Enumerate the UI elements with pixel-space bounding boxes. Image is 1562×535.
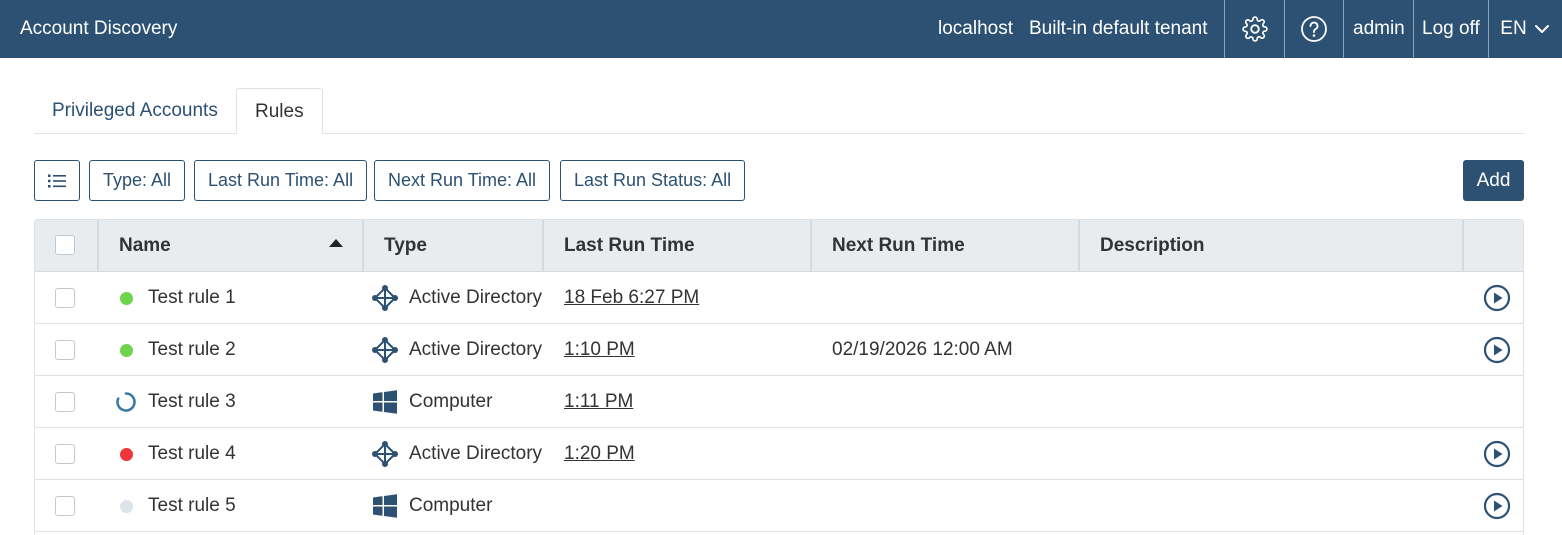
rule-name[interactable]: Test rule 3 xyxy=(148,376,236,428)
table-row[interactable]: Test rule 4 Active Directory 1:20 PM xyxy=(35,428,1523,480)
last-run-link[interactable]: 18 Feb 6:27 PM xyxy=(564,272,699,324)
select-all-checkbox[interactable] xyxy=(55,235,75,255)
next-run-time: 02/19/2026 12:00 AM xyxy=(832,339,1013,360)
filter-type[interactable]: Type: All xyxy=(89,160,186,201)
column-header-description[interactable]: Description xyxy=(1100,220,1205,272)
tenant-name[interactable]: Built-in default tenant xyxy=(1029,0,1208,58)
tab-rules[interactable]: Rules xyxy=(236,88,323,134)
active-directory-icon xyxy=(372,337,398,363)
status-success-icon xyxy=(120,344,133,357)
status-failed-icon xyxy=(120,448,133,461)
windows-icon xyxy=(373,494,397,518)
table-row[interactable]: Test rule 5 Computer xyxy=(35,480,1523,532)
header-divider xyxy=(1343,0,1344,58)
row-checkbox[interactable] xyxy=(55,496,75,516)
logoff-link[interactable]: Log off xyxy=(1422,0,1480,58)
column-divider xyxy=(362,220,364,272)
sort-ascending-icon[interactable] xyxy=(329,238,343,248)
last-run-link[interactable]: 1:10 PM xyxy=(564,324,635,376)
column-header-name[interactable]: Name xyxy=(119,220,171,272)
column-header-type[interactable]: Type xyxy=(384,220,427,272)
header-divider xyxy=(1413,0,1414,58)
column-divider xyxy=(1078,220,1080,272)
rule-type: Computer xyxy=(409,495,493,516)
run-rule-button[interactable] xyxy=(1483,284,1511,312)
filter-next-run-time[interactable]: Next Run Time: All xyxy=(374,160,551,201)
column-settings-button[interactable] xyxy=(34,160,80,201)
filter-last-run-status[interactable]: Last Run Status: All xyxy=(560,160,746,201)
rules-table: Name Type Last Run Time Next Run Time De… xyxy=(34,219,1524,535)
rule-name[interactable]: Test rule 2 xyxy=(148,324,236,376)
app-title: Account Discovery xyxy=(20,18,178,39)
rule-type: Active Directory xyxy=(409,339,543,360)
active-directory-icon xyxy=(372,285,398,311)
status-running-spinner-icon xyxy=(116,392,136,412)
column-header-next-run-time[interactable]: Next Run Time xyxy=(832,220,965,272)
row-checkbox[interactable] xyxy=(55,340,75,360)
rule-name[interactable]: Test rule 4 xyxy=(148,428,236,480)
column-divider xyxy=(810,220,812,272)
help-icon xyxy=(1301,16,1327,42)
host-name[interactable]: localhost xyxy=(938,0,1013,58)
settings-button[interactable] xyxy=(1225,0,1284,58)
tab-bar: Privileged Accounts Rules xyxy=(34,88,1524,134)
rule-type: Active Directory xyxy=(409,443,543,464)
row-checkbox[interactable] xyxy=(55,288,75,308)
status-never-run-icon xyxy=(120,500,133,513)
windows-icon xyxy=(373,390,397,414)
run-rule-button[interactable] xyxy=(1483,492,1511,520)
filter-last-run-time[interactable]: Last Run Time: All xyxy=(194,160,368,201)
column-divider xyxy=(542,220,544,272)
column-header-last-run-time[interactable]: Last Run Time xyxy=(564,220,695,272)
chevron-down-icon xyxy=(1534,25,1549,33)
list-icon xyxy=(48,174,66,187)
last-run-link[interactable]: 1:20 PM xyxy=(564,428,635,480)
last-run-link[interactable]: 1:11 PM xyxy=(564,376,633,428)
language-label: EN xyxy=(1500,18,1527,39)
column-divider xyxy=(1462,220,1464,272)
rule-name[interactable]: Test rule 1 xyxy=(148,272,236,324)
active-directory-icon xyxy=(372,441,398,467)
run-rule-button[interactable] xyxy=(1483,440,1511,468)
row-checkbox[interactable] xyxy=(55,444,75,464)
table-row[interactable]: Test rule 3 Computer 1:11 PM xyxy=(35,376,1523,428)
run-rule-button[interactable] xyxy=(1483,336,1511,364)
gear-icon xyxy=(1241,16,1268,42)
column-divider xyxy=(97,220,99,272)
rule-name[interactable]: Test rule 5 xyxy=(148,480,236,532)
status-success-icon xyxy=(120,292,133,305)
language-selector[interactable]: EN xyxy=(1489,0,1562,58)
table-row[interactable]: Test rule 1 Active Directory 18 Feb 6:27… xyxy=(35,272,1523,324)
top-bar: Account Discovery localhost Built-in def… xyxy=(0,0,1562,58)
add-button[interactable]: Add xyxy=(1463,160,1524,201)
row-checkbox[interactable] xyxy=(55,392,75,412)
table-row[interactable]: Test rule 2 Active Directory 1:10 PM 02/… xyxy=(35,324,1523,376)
table-header: Name Type Last Run Time Next Run Time De… xyxy=(35,220,1523,272)
tab-privileged-accounts[interactable]: Privileged Accounts xyxy=(34,88,236,134)
user-menu[interactable]: admin xyxy=(1353,0,1405,58)
help-button[interactable] xyxy=(1285,0,1343,58)
rule-type: Active Directory xyxy=(409,287,543,308)
rule-type: Computer xyxy=(409,391,493,412)
